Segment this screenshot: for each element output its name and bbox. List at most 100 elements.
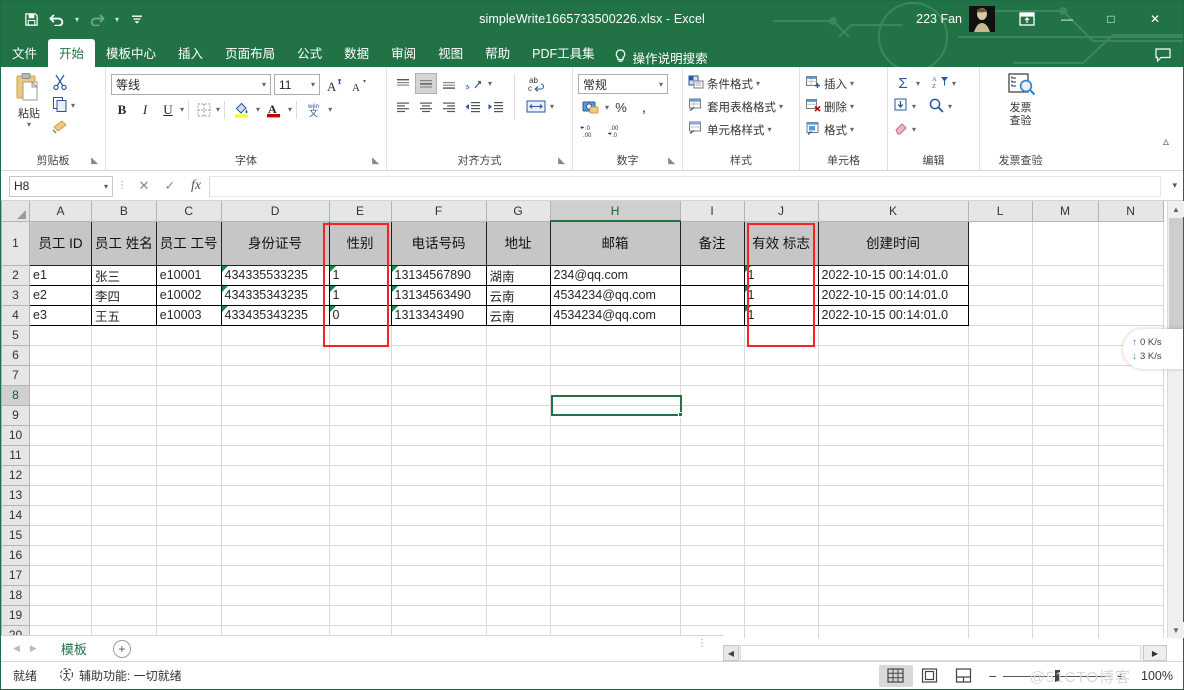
font-dialog-launcher[interactable]: ◣ xyxy=(372,152,379,169)
close-button[interactable]: ✕ xyxy=(1133,3,1177,35)
column-header-B[interactable]: B xyxy=(91,201,157,222)
cell-D10[interactable] xyxy=(220,424,330,446)
cell-J18[interactable] xyxy=(743,584,819,606)
cell-M4[interactable] xyxy=(1031,304,1099,326)
cell-N8[interactable] xyxy=(1097,384,1164,406)
cell-M14[interactable] xyxy=(1031,504,1099,526)
cell-N11[interactable] xyxy=(1097,444,1164,466)
column-header-C[interactable]: C xyxy=(155,201,222,222)
format-cells-button[interactable]: 格式 ▾ xyxy=(805,119,854,140)
row-header-3[interactable]: 3 xyxy=(1,284,30,306)
clear-button[interactable]: ▾ xyxy=(893,119,956,140)
cell-G9[interactable] xyxy=(485,404,551,426)
cell-E19[interactable] xyxy=(328,604,392,626)
cell-F17[interactable] xyxy=(390,564,487,586)
cell-B2[interactable]: 张三 xyxy=(91,265,157,286)
formula-input[interactable] xyxy=(209,175,1161,197)
redo-icon[interactable] xyxy=(85,7,109,31)
paste-button[interactable]: 粘贴 ▾ xyxy=(6,70,52,129)
cell-L5[interactable] xyxy=(967,324,1033,346)
formula-bar-grip[interactable]: ⋮ xyxy=(113,181,131,191)
cell-C15[interactable] xyxy=(155,524,222,546)
cell-N1[interactable] xyxy=(1097,220,1164,266)
cell-I11[interactable] xyxy=(679,444,745,466)
row-header-2[interactable]: 2 xyxy=(1,264,30,286)
cell-G10[interactable] xyxy=(485,424,551,446)
number-format-caret-icon[interactable]: ▾ xyxy=(659,80,663,89)
cell-J11[interactable] xyxy=(743,444,819,466)
cell-C8[interactable] xyxy=(155,384,222,406)
cell-K6[interactable] xyxy=(817,344,969,366)
cell-B9[interactable] xyxy=(91,404,157,426)
cell-D16[interactable] xyxy=(220,544,330,566)
cell-F2[interactable]: 13134567890 xyxy=(390,265,487,286)
cell-M11[interactable] xyxy=(1031,444,1099,466)
cell-F19[interactable] xyxy=(390,604,487,626)
cell-N2[interactable] xyxy=(1097,264,1164,286)
cell-N15[interactable] xyxy=(1097,524,1164,546)
cell-B4[interactable]: 王五 xyxy=(91,305,157,326)
cell-G16[interactable] xyxy=(485,544,551,566)
cell-E11[interactable] xyxy=(328,444,392,466)
cell-C18[interactable] xyxy=(155,584,222,606)
cell-I9[interactable] xyxy=(679,404,745,426)
cell-B8[interactable] xyxy=(91,384,157,406)
cell-F14[interactable] xyxy=(390,504,487,526)
cell-A3[interactable]: e2 xyxy=(29,285,92,306)
align-center-button[interactable] xyxy=(415,96,437,117)
cell-E12[interactable] xyxy=(328,464,392,486)
cell-G3[interactable]: 云南 xyxy=(485,285,551,306)
cell-D4[interactable]: 433435343235 xyxy=(220,305,330,326)
zoom-percentage[interactable]: 100% xyxy=(1133,669,1173,683)
cell-I3[interactable] xyxy=(679,285,745,306)
cell-G12[interactable] xyxy=(485,464,551,486)
cell-A14[interactable] xyxy=(29,504,92,526)
cell-M15[interactable] xyxy=(1031,524,1099,546)
cell-L9[interactable] xyxy=(967,404,1033,426)
vertical-scrollbar[interactable]: ▲ ▼ xyxy=(1167,201,1184,638)
cell-M13[interactable] xyxy=(1031,484,1099,506)
cell-B6[interactable] xyxy=(91,344,157,366)
row-header-15[interactable]: 15 xyxy=(1,524,30,546)
cell-L2[interactable] xyxy=(967,264,1033,286)
column-header-J[interactable]: J xyxy=(743,201,819,222)
cell-A17[interactable] xyxy=(29,564,92,586)
cell-D5[interactable] xyxy=(220,324,330,346)
row-header-12[interactable]: 12 xyxy=(1,464,30,486)
cell-H8[interactable] xyxy=(549,384,681,406)
cell-C1[interactable]: 员工 工号 xyxy=(155,220,222,266)
cell-G19[interactable] xyxy=(485,604,551,626)
format-painter-button[interactable] xyxy=(52,117,75,138)
column-header-D[interactable]: D xyxy=(220,201,330,222)
cell-G6[interactable] xyxy=(485,344,551,366)
cell-F12[interactable] xyxy=(390,464,487,486)
column-header-H[interactable]: H xyxy=(549,201,681,222)
cell-C16[interactable] xyxy=(155,544,222,566)
cell-I5[interactable] xyxy=(679,324,745,346)
collapse-ribbon-icon[interactable]: ▵ xyxy=(1163,134,1169,148)
normal-view-button[interactable] xyxy=(878,664,913,687)
delete-cells-button[interactable]: 删除 ▾ xyxy=(805,96,854,117)
underline-button[interactable]: U xyxy=(157,99,179,120)
cell-B3[interactable]: 李四 xyxy=(91,285,157,306)
cell-H17[interactable] xyxy=(549,564,681,586)
cell-D7[interactable] xyxy=(220,364,330,386)
cell-L4[interactable] xyxy=(967,304,1033,326)
cell-M6[interactable] xyxy=(1031,344,1099,366)
cell-F8[interactable] xyxy=(390,384,487,406)
fill-caret-icon[interactable]: ▾ xyxy=(912,102,916,111)
cell-A15[interactable] xyxy=(29,524,92,546)
select-all-corner[interactable] xyxy=(1,201,30,222)
cell-A2[interactable]: e1 xyxy=(29,265,92,286)
cell-styles-button[interactable]: 单元格样式 ▾ xyxy=(688,119,783,140)
cell-I18[interactable] xyxy=(679,584,745,606)
cell-I13[interactable] xyxy=(679,484,745,506)
cell-F11[interactable] xyxy=(390,444,487,466)
font-size-caret-icon[interactable]: ▾ xyxy=(311,80,315,89)
cell-F18[interactable] xyxy=(390,584,487,606)
cell-N4[interactable] xyxy=(1097,304,1164,326)
tab-pdf-tools[interactable]: PDF工具集 xyxy=(521,39,606,67)
align-right-button[interactable] xyxy=(438,96,460,117)
clear-caret-icon[interactable]: ▾ xyxy=(912,125,916,134)
cell-N3[interactable] xyxy=(1097,284,1164,306)
